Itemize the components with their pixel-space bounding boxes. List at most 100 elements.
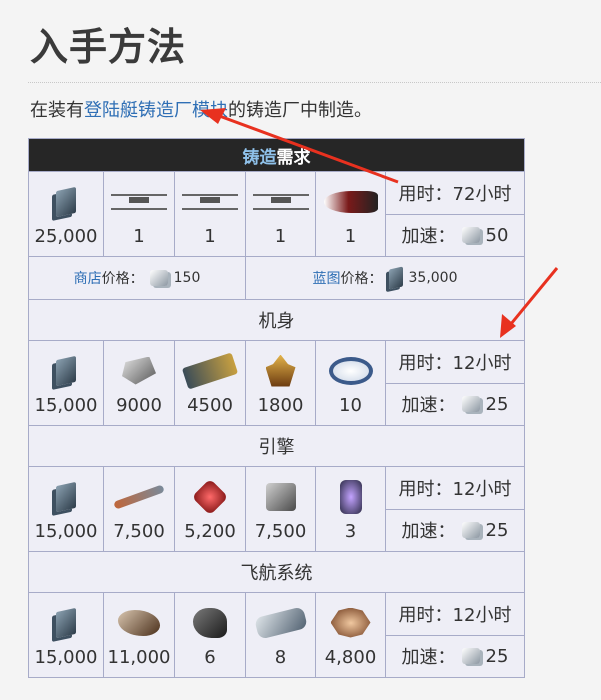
module-spiky-icon [330, 607, 371, 638]
airframe-resource-2[interactable]: 9000 [103, 340, 175, 426]
block-icon [265, 482, 296, 511]
engines-resource-5[interactable]: 3 [315, 466, 386, 552]
main-resource-4[interactable]: 1 [245, 171, 316, 257]
platinum-icon [149, 270, 168, 286]
resource-qty: 15,000 [34, 520, 98, 542]
resource-qty: 1800 [257, 394, 304, 416]
crystal-icon [265, 354, 296, 387]
main-resource-1: 25,000 [28, 171, 104, 257]
main-resource-5[interactable]: 1 [315, 171, 386, 257]
foundry-link[interactable]: 铸造 [243, 148, 277, 168]
avionics-resource-3[interactable]: 6 [174, 592, 246, 678]
airframe-rush-cost: 加速： 25 [385, 382, 525, 426]
blueprint-part-icon [111, 193, 167, 210]
time-label: 用时： [398, 604, 453, 626]
resource-qty: 4500 [187, 394, 233, 416]
airframe-resource-5[interactable]: 10 [315, 340, 386, 426]
blueprint-part-icon [252, 193, 309, 210]
engines-resource-1: 15,000 [28, 466, 104, 552]
market-price: 商店价格： 150 [28, 256, 246, 300]
rush-label: 加速： [401, 226, 456, 248]
time-value: 12小时 [452, 478, 512, 500]
platinum-icon [461, 648, 480, 665]
resource-qty: 15,000 [34, 394, 98, 416]
resource-qty: 11,000 [107, 646, 171, 668]
section-title-avionics: 飞航系统 [28, 551, 525, 593]
resource-qty: 1 [274, 225, 287, 247]
time-value: 72小时 [452, 183, 512, 205]
credits-icon [56, 186, 76, 217]
module-plate-icon [253, 605, 308, 640]
resource-qty: 1 [133, 225, 145, 247]
credits-icon [56, 607, 76, 638]
page-title: 入手方法 [30, 25, 187, 69]
section-title-engines: 引擎 [28, 425, 525, 467]
crafting-header: 铸造需求 [28, 138, 525, 172]
avionics-build-time: 用时：12小时 [385, 592, 525, 636]
engines-rush-cost: 加速： 25 [385, 508, 525, 552]
time-label: 用时： [398, 352, 453, 374]
main-rush-cost: 加速： 50 [385, 213, 525, 257]
resource-qty: 4,800 [324, 646, 377, 668]
blueprint-link[interactable]: 蓝图 [313, 271, 341, 287]
module-dark-icon [193, 607, 227, 638]
blueprint-price-label: 价格： [340, 271, 383, 287]
resource-qty: 3 [344, 520, 357, 542]
airframe-resource-3[interactable]: 4500 [174, 340, 246, 426]
intro-module-link[interactable]: 登陆艇铸造厂模块 [84, 100, 228, 121]
resource-qty: 6 [204, 646, 216, 668]
avionics-resource-4[interactable]: 8 [245, 592, 316, 678]
avionics-resource-2[interactable]: 11,000 [103, 592, 175, 678]
time-value: 12小时 [452, 352, 512, 374]
rush-value: 25 [485, 393, 509, 415]
credits-icon [56, 355, 76, 386]
avionics-resource-5[interactable]: 4,800 [315, 592, 386, 678]
credits-icon [388, 266, 403, 290]
resource-qty: 10 [339, 394, 362, 416]
intro-text: 在装有登陆艇铸造厂模块的铸造厂中制造。 [30, 96, 372, 122]
intro-prefix: 在装有 [30, 100, 84, 121]
engines-build-time: 用时：12小时 [385, 466, 525, 510]
engines-resource-3[interactable]: 5,200 [174, 466, 246, 552]
crafting-table: 铸造需求 25,000 1 1 1 1 用时：72小时 加速： 50 商店价格： 1… [28, 138, 525, 678]
resource-qty: 8 [274, 646, 287, 668]
rush-value: 25 [485, 645, 509, 667]
engines-resource-4[interactable]: 7,500 [245, 466, 316, 552]
rush-label: 加速： [401, 395, 456, 417]
resource-qty: 5,200 [184, 520, 236, 542]
time-value: 12小时 [452, 604, 512, 626]
rush-label: 加速： [401, 521, 456, 543]
polymer-icon [122, 356, 156, 385]
intro-suffix: 的铸造厂中制造。 [228, 100, 372, 121]
time-label: 用时： [398, 478, 453, 500]
gem-icon [191, 478, 229, 515]
blueprint-price: 蓝图价格： 35,000 [245, 256, 525, 300]
main-resource-2[interactable]: 1 [103, 171, 175, 257]
resource-qty: 1 [204, 225, 216, 247]
section-title-airframe: 机身 [28, 299, 525, 341]
header-rest: 需求 [276, 147, 311, 168]
platinum-icon [461, 227, 480, 244]
engines-resource-2[interactable]: 7,500 [103, 466, 175, 552]
airframe-resource-4[interactable]: 1800 [245, 340, 316, 426]
cell-icon [339, 479, 362, 514]
resource-qty: 15,000 [34, 646, 98, 668]
avionics-rush-cost: 加速： 25 [385, 634, 525, 678]
market-link[interactable]: 商店 [74, 271, 102, 287]
resource-qty: 25,000 [34, 225, 98, 247]
alloy-ring-icon [328, 356, 373, 385]
main-build-time: 用时：72小时 [385, 171, 525, 215]
blueprint-part-icon [182, 193, 238, 210]
resource-qty: 7,500 [113, 520, 165, 542]
resource-qty: 1 [344, 225, 357, 247]
rod-icon [113, 483, 165, 510]
market-price-label: 价格： [101, 271, 144, 287]
platinum-icon [461, 522, 480, 539]
airframe-build-time: 用时：12小时 [385, 340, 525, 384]
main-resource-3[interactable]: 1 [174, 171, 246, 257]
ship-part-icon [323, 190, 378, 213]
avionics-resource-1: 15,000 [28, 592, 104, 678]
market-price-value: 150 [173, 270, 201, 286]
time-label: 用时： [398, 183, 453, 205]
resource-qty: 7,500 [254, 520, 307, 542]
